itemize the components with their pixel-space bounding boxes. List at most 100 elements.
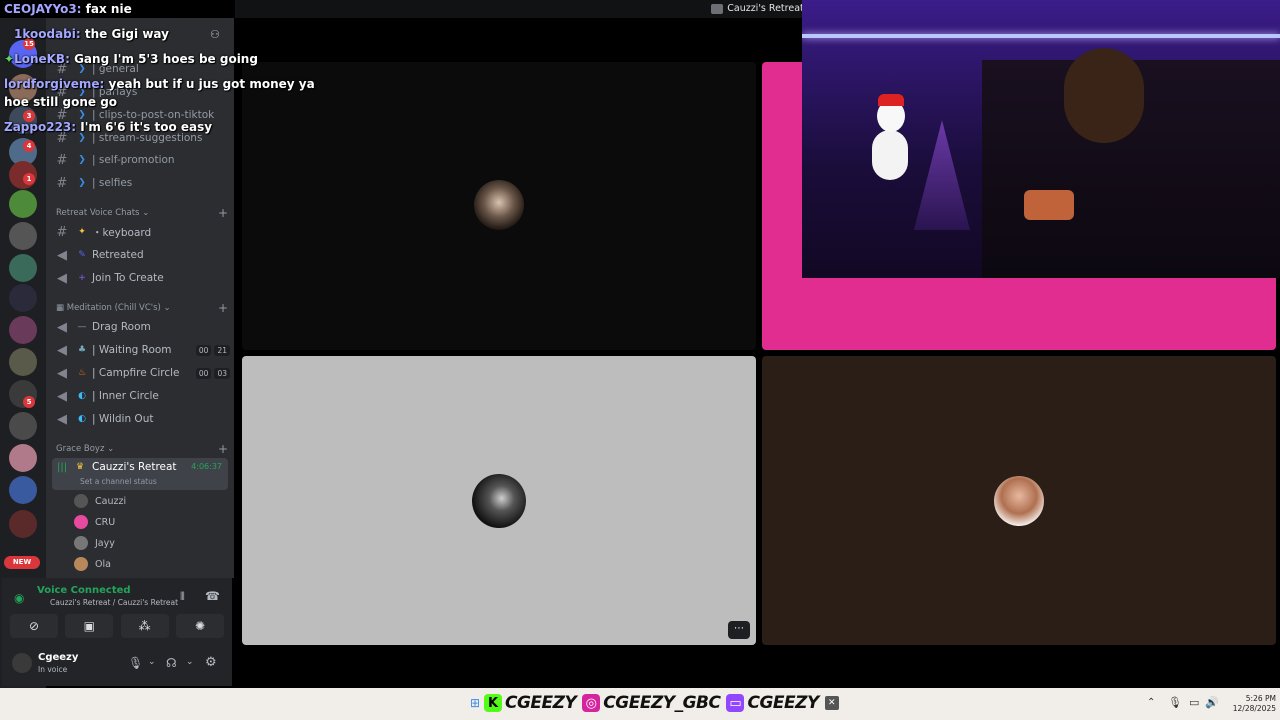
channel-emoji-icon: ❯ — [78, 155, 86, 165]
category-grace-boyz[interactable]: Grace Boyz ⌄ + — [56, 442, 228, 456]
chat-message: ✦LoneKB: Gang I'm 5'3 hoes be going — [4, 52, 258, 66]
server-icon-6[interactable] — [9, 190, 37, 218]
network-icon[interactable]: ▭ — [1189, 696, 1199, 709]
channel-wildin-out[interactable]: ◀ ◐ | Wildin Out — [52, 408, 230, 430]
christmas-tree — [914, 120, 970, 230]
fire-icon: ♨ — [77, 368, 87, 378]
voice-connected-label: Voice Connected — [37, 585, 131, 596]
plus-icon: + — [78, 273, 86, 283]
server-icon-15[interactable] — [9, 476, 37, 504]
more-options-icon[interactable]: ⋯ — [728, 621, 750, 639]
voice-location[interactable]: Cauzzi's Retreat / Cauzzi's Retreat — [50, 598, 178, 607]
channel-drag-room[interactable]: ◀ — Drag Room — [52, 316, 230, 338]
taskbar: ⊞ K CGEEZY ◎ CGEEZY_GBC ▭ CGEEZY ✕ ⌃ 🎙 ▭ 🔊 … — [0, 688, 1280, 720]
voice-member[interactable]: Cauzzi — [74, 491, 126, 511]
chevron-down-icon[interactable]: ⌄ — [148, 657, 156, 667]
star-icon: ✦ — [4, 52, 15, 66]
hash-icon: # — [56, 152, 68, 168]
voice-actions: ⊘ ▣ ⁂ ✺ — [10, 614, 224, 638]
add-member-icon[interactable]: ⚇ — [210, 28, 224, 42]
mention-badge: 5 — [23, 396, 35, 408]
twitch-icon: ▭ — [726, 694, 745, 712]
voice-member[interactable]: Ola — [74, 554, 111, 574]
kick-icon: K — [484, 694, 502, 712]
speaker-icon: ◀ — [57, 411, 67, 427]
server-icon-7[interactable] — [9, 222, 37, 250]
soundboard-icon[interactable]: ✺ — [175, 614, 224, 638]
add-channel-icon[interactable]: + — [218, 442, 228, 456]
streamer-head — [1064, 48, 1144, 143]
camera-off-icon[interactable]: ⊘ — [10, 614, 58, 638]
hash-icon: # — [56, 224, 68, 240]
speaker-icon: ◀ — [57, 319, 67, 335]
add-channel-icon[interactable]: + — [218, 206, 228, 220]
avatar[interactable] — [12, 653, 32, 673]
category-meditation[interactable]: ▦ Meditation (Chill VC's) ⌄ + — [56, 301, 228, 315]
chevron-down-icon: ⌄ — [163, 303, 171, 313]
crown-icon: ♛ — [76, 462, 85, 472]
instagram-icon: ◎ — [582, 694, 601, 712]
mention-badge: 4 — [23, 140, 35, 152]
channel-selfies[interactable]: # ❯ | selfies — [52, 172, 230, 194]
chevron-down-icon[interactable]: ⌄ — [186, 657, 194, 667]
channel-emoji-icon: ✎ — [78, 250, 86, 260]
channel-retreated[interactable]: ◀ ✎ Retreated — [52, 244, 230, 266]
voice-member[interactable]: Jayy — [74, 533, 115, 553]
voice-activity-icon: ||| — [57, 462, 68, 473]
user-panel: Cgeezy In voice 🎙 ⌄ ☊ ⌄ ⚙ — [2, 648, 232, 686]
chevron-down-icon: ⌄ — [142, 208, 150, 218]
server-icon-10[interactable] — [9, 316, 37, 344]
active-voice-channel[interactable]: ||| ♛ Cauzzi's Retreat 4:06:37 Set a cha… — [52, 458, 228, 490]
social-handles: K CGEEZY ◎ CGEEZY_GBC ▭ CGEEZY ✕ — [484, 693, 839, 713]
screen: Cauzzi's Retreat 15 3 4 1 5 NEW ⚇ # ❯ | ge… — [0, 0, 1280, 720]
server-icon-16[interactable] — [9, 510, 37, 538]
windows-start-icon[interactable]: ⊞ — [470, 697, 482, 709]
light-strip — [802, 34, 1280, 38]
taskbar-app-icon[interactable]: ✕ — [824, 696, 839, 710]
participant-avatar — [994, 476, 1044, 526]
video-tile-1[interactable] — [242, 62, 756, 350]
server-icon-8[interactable] — [9, 254, 37, 282]
voice-member[interactable]: CRU — [74, 512, 115, 532]
chat-message: CEOJAYYo3: fax nie — [4, 2, 132, 16]
category-icon: ▦ — [56, 303, 65, 313]
noise-suppression-icon[interactable]: ⦀ — [180, 590, 185, 604]
server-icon — [711, 4, 724, 14]
avatar — [74, 557, 88, 571]
participant-avatar — [474, 180, 524, 230]
wave-icon: ◐ — [78, 414, 86, 424]
volume-icon[interactable]: 🔊 — [1205, 696, 1219, 709]
speaker-icon: ◀ — [57, 270, 67, 286]
channel-campfire-circle[interactable]: ◀ ♨ | Campfire Circle 00 03 — [52, 362, 230, 384]
mention-badge: 1 — [23, 173, 35, 185]
disconnect-icon[interactable]: ☎ — [205, 589, 220, 603]
channel-self-promotion[interactable]: # ❯ | self-promotion — [52, 149, 230, 171]
chevron-up-icon[interactable]: ⌃ — [1147, 697, 1155, 708]
channel-join-to-create[interactable]: ◀ + Join To Create — [52, 267, 230, 289]
participant-avatar — [472, 474, 526, 528]
hash-icon: # — [56, 175, 68, 191]
server-icon-9[interactable] — [9, 284, 37, 312]
add-channel-icon[interactable]: + — [218, 301, 228, 315]
avatar — [74, 515, 88, 529]
video-tile-4[interactable] — [762, 356, 1276, 645]
channel-status[interactable]: Set a channel status — [80, 477, 157, 486]
headphones-icon[interactable]: ☊ — [166, 656, 177, 670]
call-timer: 4:06:37 — [191, 462, 222, 471]
server-icon-11[interactable] — [9, 348, 37, 376]
activities-icon[interactable]: ⁂ — [120, 614, 169, 638]
channel-keyboard[interactable]: # ✦ ・keyboard — [52, 221, 230, 243]
microphone-icon[interactable]: 🎙 — [128, 656, 143, 670]
speaker-icon: ◀ — [57, 365, 67, 381]
microphone-icon[interactable]: 🎙 — [1168, 696, 1182, 709]
video-tile-3[interactable]: ⋯ — [242, 356, 756, 645]
channel-inner-circle[interactable]: ◀ ◐ | Inner Circle — [52, 385, 230, 407]
category-retreat-voice[interactable]: Retreat Voice Chats ⌄ + — [56, 206, 228, 220]
system-clock[interactable]: 5:26 PM 12/28/2025 — [1226, 694, 1276, 714]
settings-gear-icon[interactable]: ⚙ — [205, 655, 217, 670]
screen-share-icon[interactable]: ▣ — [65, 614, 114, 638]
server-icon-14[interactable] — [9, 444, 37, 472]
channel-waiting-room[interactable]: ◀ ♣ | Waiting Room 00 21 — [52, 339, 230, 361]
chevron-down-icon: ⌄ — [107, 444, 115, 454]
server-icon-13[interactable] — [9, 412, 37, 440]
